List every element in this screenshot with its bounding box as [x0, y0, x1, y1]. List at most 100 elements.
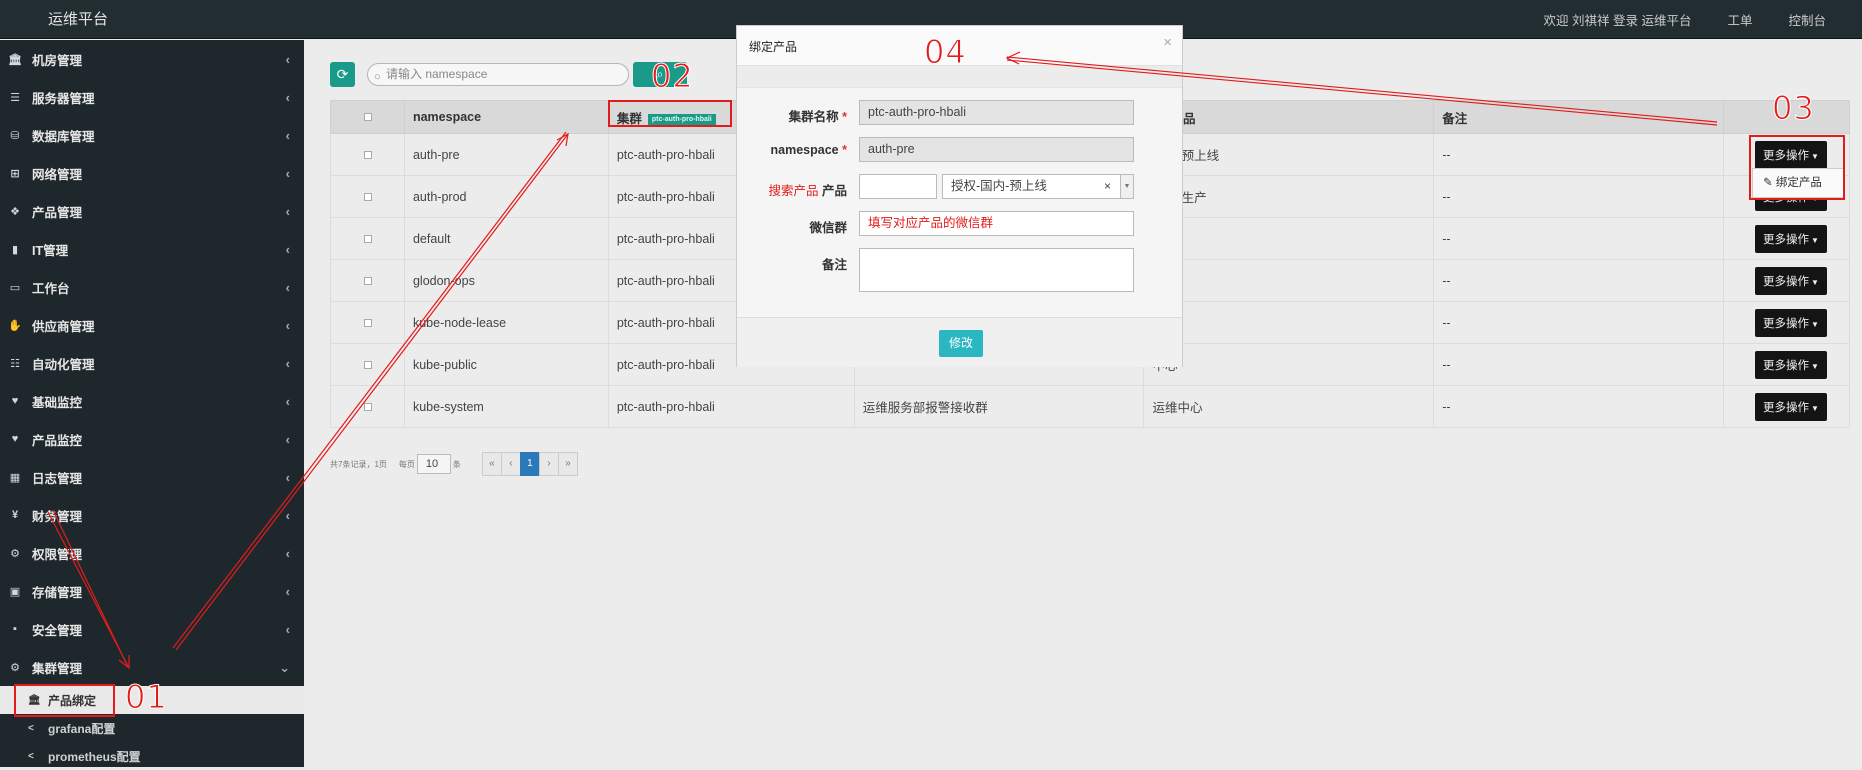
more-ops-button[interactable]: 更多操作▼: [1755, 392, 1827, 421]
cluster-name-field[interactable]: ptc-auth-pro-hbali: [859, 100, 1134, 125]
column-header-namespace[interactable]: namespace: [403, 100, 609, 134]
product-cell: 中心: [1143, 259, 1435, 302]
search-product-hint: 搜索产品: [768, 184, 819, 198]
column-header-remark: 备注: [1433, 100, 1724, 134]
product-cell: 运维中心: [1143, 385, 1435, 428]
row-checkbox[interactable]: [364, 318, 372, 327]
row-checkbox[interactable]: [364, 234, 372, 243]
search-input[interactable]: ○ 请输入 namespace: [367, 63, 629, 86]
caret-down-icon: ▼: [1811, 277, 1819, 287]
remark-cell: --: [1433, 217, 1724, 260]
namespace-field[interactable]: auth-pre: [859, 137, 1134, 162]
chevron-left-icon: ‹: [285, 204, 290, 219]
sidebar-item-security[interactable]: ▪ 安全管理 ‹: [0, 610, 304, 648]
sidebar-item-label: 服务器管理: [32, 91, 95, 106]
sidebar-item-product-monitor[interactable]: ♥ 产品监控 ‹: [0, 420, 304, 458]
sidebar-item-server[interactable]: ☰ 服务器管理 ‹: [0, 78, 304, 116]
sidebar-item-automation[interactable]: ☷ 自动化管理 ‹: [0, 344, 304, 382]
sidebar-item-it[interactable]: ▮ IT管理 ‹: [0, 230, 304, 268]
page-prev-button[interactable]: ‹: [500, 452, 521, 476]
page-last-button[interactable]: »: [557, 452, 578, 476]
product-cell: [1143, 217, 1435, 260]
sidebar-item-storage[interactable]: ▣ 存储管理 ‹: [0, 572, 304, 610]
calendar-icon: ▦: [9, 471, 21, 484]
caret-down-icon: ▼: [1811, 319, 1819, 329]
sidebar-item-basic-monitor[interactable]: ♥ 基础监控 ‹: [0, 382, 304, 420]
sidebar-item-product[interactable]: ❖ 产品管理 ‹: [0, 192, 304, 230]
more-ops-button[interactable]: 更多操作▼: [1755, 266, 1827, 295]
sidebar-item-label: 网络管理: [32, 167, 83, 182]
sidebar-subitem-prometheus[interactable]: < prometheus配置: [0, 742, 304, 770]
more-ops-button[interactable]: 更多操作▼: [1755, 308, 1827, 337]
brand-title[interactable]: 运维平台: [48, 0, 108, 39]
wechat-field[interactable]: 填写对应产品的微信群: [859, 211, 1134, 236]
product-cell: 中心: [1143, 343, 1435, 386]
annotation-box-03: [1749, 135, 1845, 200]
more-ops-button[interactable]: 更多操作▼: [1755, 224, 1827, 253]
row-select-cell: [330, 385, 405, 428]
remark-cell: --: [1433, 259, 1724, 302]
row-checkbox[interactable]: [364, 360, 372, 369]
share-icon: <: [28, 722, 34, 734]
more-ops-button[interactable]: 更多操作▼: [1755, 350, 1827, 379]
sidebar-item-permission[interactable]: ⚙ 权限管理 ‹: [0, 534, 304, 572]
namespace-cell: glodon-ops: [403, 259, 609, 302]
actions-cell: 更多操作▼: [1723, 343, 1850, 386]
sidebar-item-log[interactable]: ▦ 日志管理 ‹: [0, 458, 304, 496]
chevron-left-icon: ‹: [285, 90, 290, 105]
clear-icon[interactable]: ×: [1104, 175, 1111, 198]
sidebar-item-supplier[interactable]: ✋ 供应商管理 ‹: [0, 306, 304, 344]
row-checkbox[interactable]: [364, 276, 372, 285]
page-next-button[interactable]: ›: [538, 452, 559, 476]
wechat-cell: 运维服务部报警接收群: [853, 385, 1145, 428]
product-label-text: 产品: [821, 184, 847, 198]
gears-icon: ⚙: [10, 547, 20, 560]
per-page-input[interactable]: 10: [416, 454, 451, 474]
sidebar-item-label: 基础监控: [32, 395, 83, 410]
annotation-label-02: 02: [651, 57, 694, 96]
page-current-button[interactable]: 1: [519, 452, 540, 476]
workorder-link[interactable]: 工单: [1727, 10, 1752, 29]
sidebar-subitem-grafana[interactable]: < grafana配置: [0, 714, 304, 742]
actions-cell: 更多操作▼: [1723, 217, 1850, 260]
row-checkbox[interactable]: [364, 402, 372, 411]
sidebar-item-idc[interactable]: 🏛 机房管理 ‹: [0, 40, 304, 78]
per-page-unit: 条: [452, 459, 461, 469]
select-all-checkbox[interactable]: [364, 113, 372, 121]
refresh-icon: ⟳: [336, 66, 349, 82]
namespace-label: namespace *: [737, 143, 847, 157]
product-select[interactable]: 授权-国内-预上线 × ▼: [942, 174, 1134, 199]
chevron-down-icon: ⌄: [279, 660, 290, 675]
refresh-button[interactable]: ⟳: [330, 62, 355, 87]
sidebar-item-label: 机房管理: [32, 53, 83, 68]
chevron-left-icon: ‹: [285, 584, 290, 599]
row-checkbox[interactable]: [364, 192, 372, 201]
pager-summary: 共7条记录，1页: [330, 459, 387, 469]
sidebar-item-label: 集群管理: [32, 661, 83, 676]
column-header-product[interactable]: 产品: [1143, 100, 1435, 134]
sidebar-item-network[interactable]: ⊞ 网络管理 ‹: [0, 154, 304, 192]
page-first-button[interactable]: «: [481, 452, 502, 476]
chevron-left-icon: ‹: [285, 356, 290, 371]
chevron-down-icon[interactable]: ▼: [1120, 174, 1134, 199]
caret-down-icon: ▼: [1811, 361, 1819, 371]
modal-title: 绑定产品: [749, 40, 798, 54]
console-link[interactable]: 控制台: [1788, 10, 1826, 29]
required-mark: *: [842, 110, 847, 124]
sidebar-item-workbench[interactable]: ▭ 工作台 ‹: [0, 268, 304, 306]
sidebar-item-finance[interactable]: ¥ 财务管理 ‹: [0, 496, 304, 534]
product-search-input[interactable]: [859, 174, 937, 199]
close-icon[interactable]: ×: [1163, 34, 1172, 51]
product-label: 搜索产品 产品: [737, 180, 847, 199]
product-select-value: 授权-国内-预上线: [951, 179, 1047, 193]
bank-icon: 🏛: [8, 53, 22, 66]
cluster-cell: ptc-auth-pro-hbali: [607, 385, 855, 428]
sliders-icon: ☷: [10, 357, 20, 370]
database-icon: ⛁: [10, 129, 20, 142]
submit-button[interactable]: 修改: [939, 330, 983, 357]
row-checkbox[interactable]: [364, 150, 372, 159]
sidebar-item-database[interactable]: ⛁ 数据库管理 ‹: [0, 116, 304, 154]
sitemap-icon: ⊞: [10, 167, 20, 180]
remark-textarea[interactable]: [859, 248, 1134, 292]
sidebar-item-label: IT管理: [32, 243, 69, 258]
